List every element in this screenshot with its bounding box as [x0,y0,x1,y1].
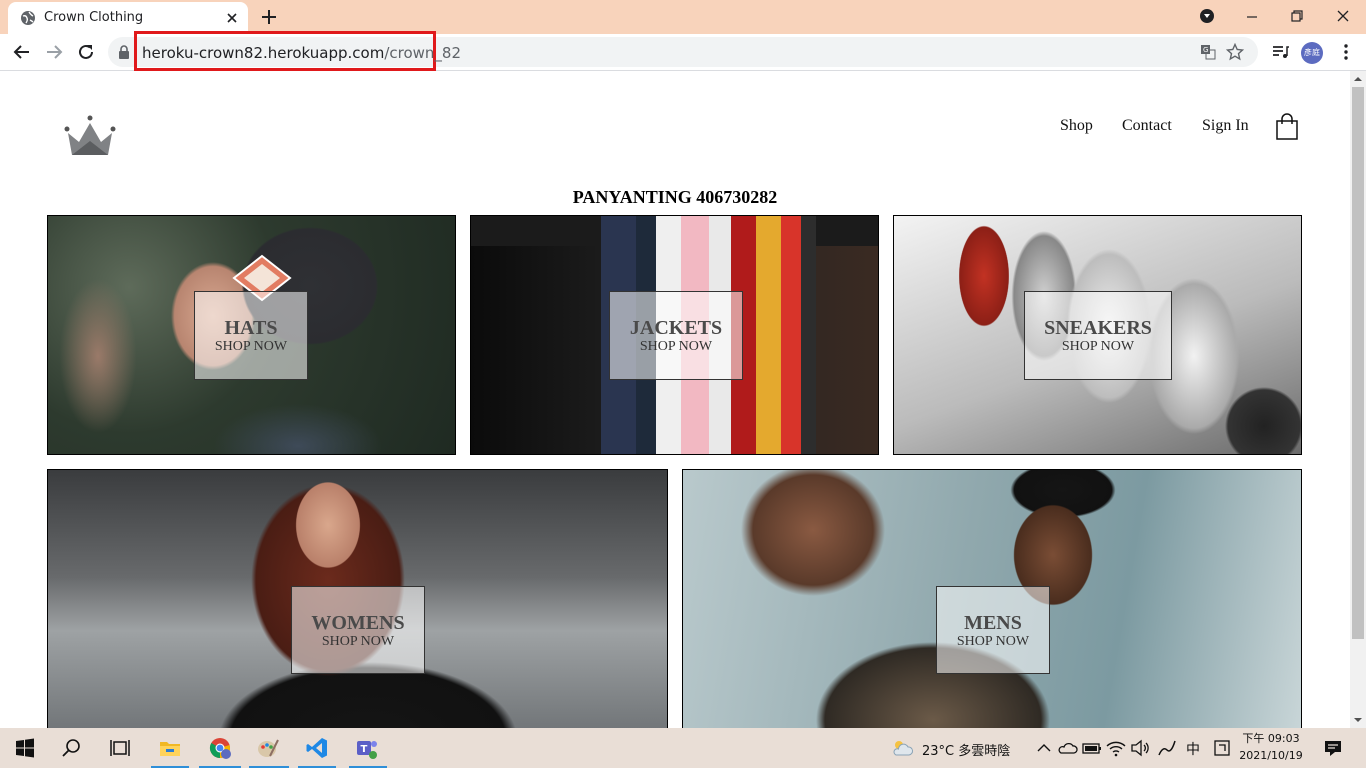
weather-cloud-icon[interactable] [890,736,914,760]
paint-icon[interactable] [256,736,280,760]
nav-sign-in-link[interactable]: Sign In [1202,117,1249,135]
task-view-icon[interactable] [108,736,132,760]
category-card-jackets[interactable]: JACKETS SHOP NOW [470,215,879,455]
pen-ink-icon[interactable] [1155,736,1179,760]
jackets-label-box[interactable]: JACKETS SHOP NOW [609,291,743,380]
scroll-down-arrow-icon[interactable] [1354,716,1362,724]
chrome-icon[interactable] [208,736,232,760]
bookmark-star-icon[interactable] [1226,43,1244,61]
vscode-icon[interactable] [305,736,329,760]
notification-icon[interactable] [1321,736,1345,760]
reload-icon[interactable] [76,42,96,62]
womens-title: WOMENS [311,612,405,634]
category-card-sneakers[interactable]: SNEAKERS SHOP NOW [893,215,1302,455]
jackets-title: JACKETS [629,317,723,339]
shopping-bag-icon[interactable] [1275,113,1299,141]
womens-label-box[interactable]: WOMENS SHOP NOW [291,586,425,674]
onedrive-cloud-icon[interactable] [1056,736,1080,760]
womens-shop-now: SHOP NOW [321,634,395,649]
url-path: /crown_82 [384,44,461,62]
tab-title: Crown Clothing [44,10,144,25]
translate-icon[interactable]: G [1200,44,1216,60]
restore-icon[interactable] [1285,4,1309,28]
sneakers-shop-now: SHOP NOW [1061,339,1135,354]
nav-shop-link[interactable]: Shop [1060,117,1093,135]
wifi-icon[interactable] [1104,736,1128,760]
sneakers-title: SNEAKERS [1044,317,1152,339]
browser-toolbar: heroku-crown82.herokuapp.com/crown_82 G … [0,31,1366,71]
new-tab-icon[interactable] [260,8,278,26]
scrollbar-thumb[interactable] [1352,87,1364,639]
category-card-mens[interactable]: MENS SHOP NOW [682,469,1302,728]
weather-text[interactable]: 23°C 多雲時陰 [922,740,1010,759]
globe-icon [21,11,35,25]
profile-dropdown-icon[interactable] [1195,4,1219,28]
sneakers-label-box[interactable]: SNEAKERS SHOP NOW [1024,291,1172,380]
back-icon[interactable] [12,42,32,62]
battery-icon[interactable] [1080,736,1104,760]
hats-title: HATS [224,317,278,339]
scroll-up-arrow-icon[interactable] [1354,75,1362,83]
hats-shop-now: SHOP NOW [214,339,288,354]
clock-time: 下午 09:03 [1242,732,1300,745]
url-text[interactable]: heroku-crown82.herokuapp.com/crown_82 [142,44,461,62]
hats-label-box[interactable]: HATS SHOP NOW [194,291,308,380]
search-icon[interactable] [60,736,84,760]
url-host: heroku-crown82.herokuapp.com [142,44,385,62]
chevron-up-icon[interactable] [1032,736,1056,760]
category-card-womens[interactable]: WOMENS SHOP NOW [47,469,668,728]
teams-icon[interactable]: T [355,736,379,760]
ime-indicator[interactable]: 中 [1186,739,1200,759]
forward-icon[interactable] [44,42,64,62]
file-explorer-icon[interactable] [158,736,182,760]
profile-avatar[interactable]: 彥庭 [1301,42,1323,64]
lock-icon[interactable] [118,45,130,59]
address-bar[interactable]: heroku-crown82.herokuapp.com/crown_82 G [108,31,1258,71]
jackets-shop-now: SHOP NOW [639,339,713,354]
system-clock[interactable]: 下午 09:03 2021/10/19 [1232,730,1310,764]
more-menu-icon[interactable] [1336,42,1356,62]
tab-strip: Crown Clothing [0,0,1366,34]
mens-label-box[interactable]: MENS SHOP NOW [936,586,1050,674]
page-title: PANYANTING 406730282 [572,187,778,207]
clock-date: 2021/10/19 [1239,749,1303,762]
ime-mode-icon[interactable] [1210,736,1234,760]
volume-icon[interactable] [1128,736,1152,760]
category-card-hats[interactable]: HATS SHOP NOW [47,215,456,455]
windows-start-icon[interactable] [13,736,37,760]
page-scrollbar[interactable] [1350,71,1366,728]
minimize-icon[interactable] [1240,4,1264,28]
page-content: Shop Contact Sign In PANYANTING 40673028… [0,71,1350,728]
media-control-icon[interactable] [1270,42,1290,62]
windows-taskbar: T 23°C 多雲時陰 中 下午 09:03 2021/10/19 [0,728,1366,768]
close-tab-icon[interactable] [224,10,240,26]
svg-text:T: T [361,744,368,755]
svg-text:G: G [1203,46,1208,54]
mens-title: MENS [964,612,1022,634]
nav-contact-link[interactable]: Contact [1122,117,1172,135]
crown-logo-icon[interactable] [62,115,118,157]
mens-shop-now: SHOP NOW [956,634,1030,649]
close-window-icon[interactable] [1331,4,1355,28]
browser-tab[interactable]: Crown Clothing [8,2,248,34]
